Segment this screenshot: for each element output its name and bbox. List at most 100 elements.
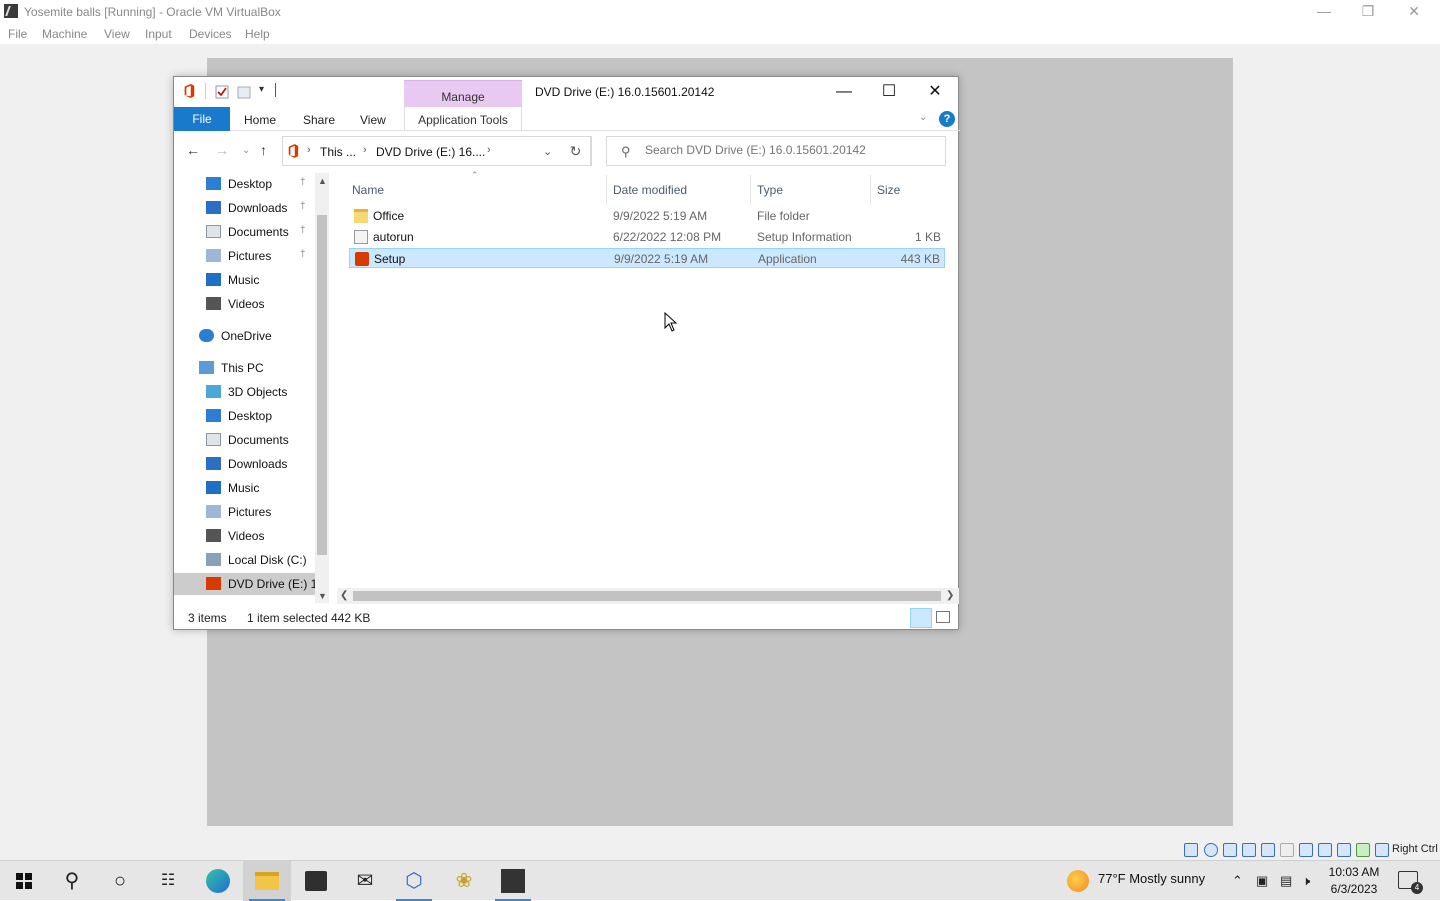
expand-ribbon-icon[interactable]: ⌄ [919,112,927,123]
menu-file[interactable]: File [8,27,27,41]
meet-now-icon[interactable]: ▣ [1256,873,1268,889]
large-icons-view-icon[interactable] [936,611,950,623]
weather-text[interactable]: 77°F Mostly sunny [1098,871,1205,886]
file-row-office[interactable]: Office 9/9/2022 5:19 AM File folder [349,206,945,226]
address-bar[interactable]: › This ... › DVD Drive (E:) 16.... › ⌄ [282,136,592,166]
menu-devices[interactable]: Devices [189,27,232,41]
tab-file[interactable]: File [174,107,230,131]
scroll-left-icon[interactable]: ❮ [340,590,348,601]
volume-muted-icon[interactable]: 🕨 [1302,873,1310,889]
horizontal-scrollbar[interactable]: ❮ ❯ [337,588,959,604]
tab-share[interactable]: Share [303,113,335,127]
column-header-name[interactable]: Name [352,183,384,197]
breadcrumb-this-pc[interactable]: This ... [320,145,356,159]
taskbar-virtualbox[interactable]: ⬡ [390,861,438,901]
optical-drive-icon[interactable] [1204,843,1218,857]
mouse-integration-icon[interactable] [1356,843,1370,857]
new-folder-icon[interactable] [237,85,251,99]
tab-view[interactable]: View [360,113,386,127]
nav-item-videos[interactable]: Videos [174,293,329,315]
minimize-icon[interactable]: — [821,81,867,103]
usb-icon[interactable] [1261,843,1275,857]
network-icon[interactable]: ▤ [1280,873,1292,889]
menu-input[interactable]: Input [145,27,172,41]
column-header-type[interactable]: Type [757,183,783,197]
ribbon-tabs: File Home Share View ⌄ ? [174,107,960,131]
nav-item-downloads[interactable]: Downloads [174,453,329,475]
taskbar-mail[interactable]: ✉ [341,861,389,901]
search-input[interactable] [645,143,935,157]
address-dropdown-icon[interactable]: ⌄ [543,145,552,158]
close-icon[interactable]: ✕ [912,81,958,103]
hard-disk-icon[interactable] [1184,843,1198,857]
display-icon[interactable] [1299,843,1313,857]
minimize-icon[interactable]: — [1302,2,1346,22]
nav-item-dvd-drive-e-16[interactable]: DVD Drive (E:) 16 [174,573,329,595]
task-view-button[interactable]: ☷ [144,861,192,901]
nav-item-this-pc[interactable]: This PC [174,357,329,379]
taskbar-edge[interactable] [194,861,242,901]
taskbar-vm-window[interactable] [489,861,537,901]
scroll-down-icon[interactable]: ▼ [318,591,327,601]
taskbar-file-explorer[interactable] [243,861,291,901]
menu-help[interactable]: Help [245,27,270,41]
audio-icon[interactable] [1223,843,1237,857]
maximize-icon[interactable]: ☐ [866,81,912,103]
nav-item-pictures[interactable]: Pictures [174,501,329,523]
notifications-icon[interactable]: 4 [1398,871,1423,894]
office-icon [288,144,299,158]
nav-item-documents[interactable]: Documents † [174,221,329,243]
network-icon[interactable] [1242,843,1256,857]
menu-machine[interactable]: Machine [42,27,87,41]
nav-item-downloads[interactable]: Downloads † [174,197,329,219]
restore-icon[interactable]: ❐ [1346,2,1390,22]
nav-item-desktop[interactable]: Desktop [174,405,329,427]
up-icon[interactable]: ↑ [260,142,267,158]
nav-item-local-disk-c[interactable]: Local Disk (C:) [174,549,329,571]
column-header-date-modified[interactable]: Date modified [613,183,687,197]
nav-item-videos[interactable]: Videos [174,525,329,547]
recent-locations-icon[interactable]: ⌄ [242,145,250,156]
nav-item-label: Pictures [228,505,272,519]
details-view-icon[interactable] [910,608,932,628]
menu-view[interactable]: View [104,27,130,41]
refresh-icon[interactable]: ↻ [561,136,591,166]
nav-item-onedrive[interactable]: OneDrive [174,325,329,347]
column-header-size[interactable]: Size [877,183,900,197]
show-hidden-icons-icon[interactable]: ⌃ [1232,873,1243,889]
cpu-icon[interactable] [1337,843,1351,857]
shared-folders-icon[interactable] [1280,843,1294,857]
search-button[interactable]: ⚲ [48,861,96,901]
close-icon[interactable]: ✕ [1392,2,1436,22]
nav-item-desktop[interactable]: Desktop † [174,173,329,195]
breadcrumb-separator-icon: › [487,144,491,156]
keyboard-capture-icon[interactable] [1375,843,1389,857]
customize-qat-icon[interactable]: ▾ [259,84,264,95]
nav-item-music[interactable]: Music [174,269,329,291]
nav-item-music[interactable]: Music [174,477,329,499]
taskbar-store[interactable] [292,861,340,901]
nav-pane-scrollbar[interactable]: ▲ ▼ [315,173,329,603]
tab-home[interactable]: Home [244,113,276,127]
file-row-autorun[interactable]: autorun 6/22/2022 12:08 PM Setup Informati… [349,227,945,247]
taskbar-app[interactable]: ❀ [440,861,488,901]
forward-icon[interactable]: → [215,142,229,158]
nav-item-pictures[interactable]: Pictures † [174,245,329,267]
cortana-button[interactable]: ○ [96,861,144,901]
breadcrumb-dvd-drive[interactable]: DVD Drive (E:) 16.... [376,145,485,159]
recording-icon[interactable] [1318,843,1332,857]
properties-icon[interactable] [215,85,229,99]
scroll-right-icon[interactable]: ❯ [946,590,954,601]
nav-item-3d-objects[interactable]: 3D Objects [174,381,329,403]
start-button[interactable] [0,861,48,901]
tab-manage[interactable]: Manage [404,80,522,107]
back-icon[interactable]: ← [186,142,200,158]
horizontal-scroll-thumb[interactable] [353,591,941,601]
search-box[interactable]: ⚲ [606,136,946,166]
scroll-up-icon[interactable]: ▲ [318,176,327,186]
nav-scroll-thumb[interactable] [317,215,327,555]
file-row-setup[interactable]: Setup 9/9/2022 5:19 AM Application 443 KB [349,248,945,268]
clock[interactable]: 10:03 AM 6/3/2023 [1322,864,1386,898]
help-icon[interactable]: ? [939,111,955,127]
nav-item-documents[interactable]: Documents [174,429,329,451]
